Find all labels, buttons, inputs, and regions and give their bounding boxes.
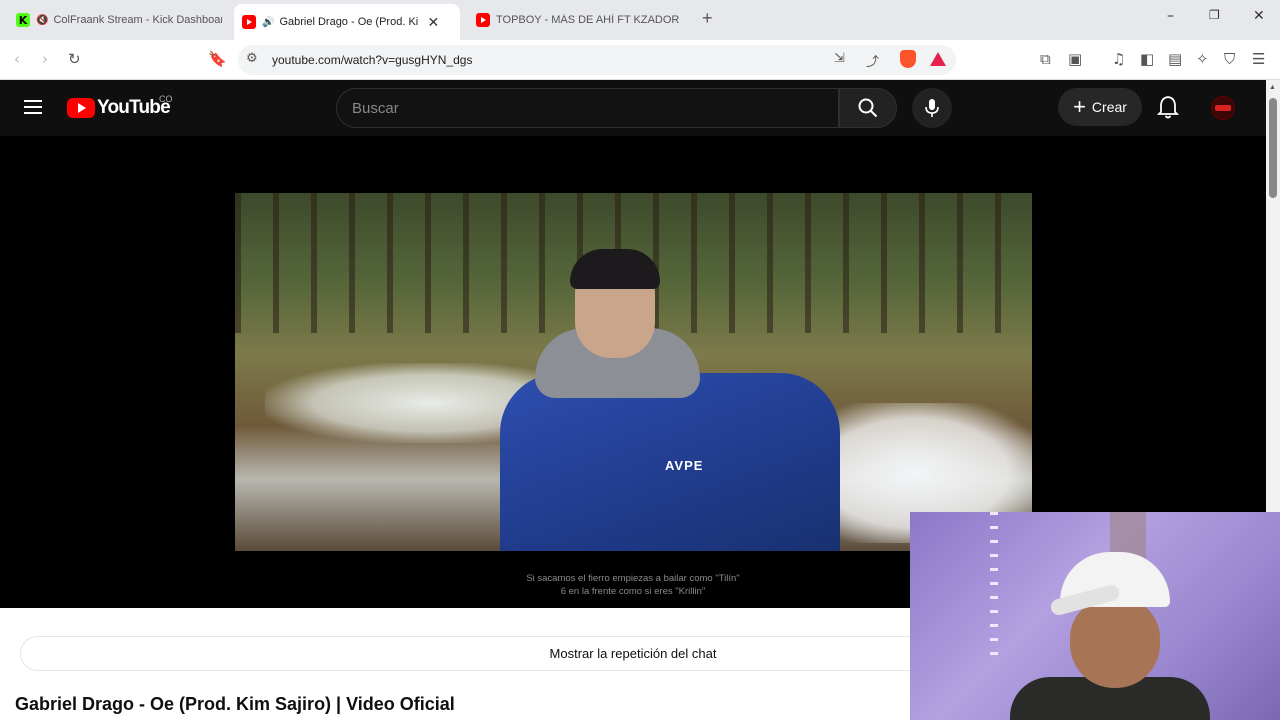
tab-label: ColFraank Stream - Kick Dashboard: [53, 14, 222, 26]
reload-icon[interactable]: ↻: [68, 50, 81, 68]
scroll-thumb[interactable]: [1269, 98, 1277, 198]
video-title: Gabriel Drago - Oe (Prod. Kim Sajiro) | …: [15, 694, 455, 714]
menu-icon[interactable]: ☰: [1252, 50, 1265, 68]
tab-kick-dashboard[interactable]: K 🔇 ColFraank Stream - Kick Dashboard: [8, 6, 230, 34]
tab-search-icon[interactable]: ▣: [1068, 50, 1082, 68]
hamburger-menu-icon[interactable]: [24, 100, 42, 118]
browser-tab-strip: K 🔇 ColFraank Stream - Kick Dashboard 🔊 …: [0, 0, 1280, 40]
tab-gabriel-drago[interactable]: 🔊 Gabriel Drago - Oe (Prod. Kim Sajiro) …: [234, 4, 460, 40]
youtube-icon: [242, 15, 256, 29]
brave-shields-icon[interactable]: [900, 50, 916, 68]
plus-icon: +: [1073, 94, 1086, 119]
search-button[interactable]: [839, 88, 897, 128]
notifications-button[interactable]: [1156, 94, 1180, 125]
jacket-logo: AVPE: [665, 458, 704, 473]
chat-replay-label: Mostrar la repetición del chat: [549, 646, 717, 661]
create-button[interactable]: + Crear: [1058, 88, 1142, 126]
country-code: CO: [159, 94, 173, 104]
search-box[interactable]: [336, 88, 839, 128]
sidebar-icon[interactable]: ◧: [1140, 50, 1154, 68]
microphone-icon: [925, 99, 939, 117]
new-tab-button[interactable]: +: [702, 8, 713, 29]
youtube-header: YouTube CO + Crear: [0, 80, 1266, 136]
create-label: Crear: [1091, 99, 1127, 115]
forward-icon[interactable]: ›: [42, 50, 48, 68]
restore-button[interactable]: ❐: [1209, 8, 1220, 22]
install-app-icon[interactable]: ⇲: [834, 51, 845, 66]
extensions-icon[interactable]: ⧉: [1040, 50, 1051, 68]
tab-label: TOPBOY - MÁS DE AHÍ FT KZADORES: [496, 14, 680, 26]
brave-rewards-icon[interactable]: [930, 52, 946, 66]
muted-speaker-icon[interactable]: 🔇: [36, 15, 48, 26]
speaker-icon[interactable]: 🔊: [262, 17, 274, 28]
bell-icon: [1156, 96, 1180, 119]
leo-ai-icon[interactable]: ✧: [1196, 50, 1209, 68]
tab-topboy[interactable]: TOPBOY - MÁS DE AHÍ FT KZADORES: [468, 6, 688, 34]
minimize-button[interactable]: –: [1167, 8, 1174, 24]
kick-icon: K: [16, 13, 30, 27]
youtube-icon: [476, 13, 490, 27]
window-close-button[interactable]: ✕: [1253, 8, 1265, 24]
search-input[interactable]: [337, 89, 838, 127]
youtube-logo[interactable]: YouTube CO: [67, 94, 173, 119]
webcam-overlay: [910, 512, 1280, 720]
tab-label: Gabriel Drago - Oe (Prod. Kim Sajiro): [279, 16, 419, 28]
media-icon[interactable]: ♫: [1112, 50, 1125, 68]
fairy-lights: [990, 512, 998, 662]
video-frame[interactable]: AVPE: [235, 193, 1032, 551]
video-person: AVPE: [500, 249, 840, 551]
search-icon: [858, 98, 878, 118]
share-icon[interactable]: ⤴: [866, 51, 879, 70]
youtube-play-icon: [67, 98, 95, 118]
voice-search-button[interactable]: [912, 88, 952, 128]
address-bar[interactable]: ⚙ youtube.com/watch?v=gusgHYN_dgs ⇲ ⤴: [238, 45, 956, 75]
scroll-up-icon[interactable]: ▲: [1269, 84, 1276, 91]
site-info-icon[interactable]: ⚙: [246, 51, 258, 66]
back-icon[interactable]: ‹: [14, 50, 20, 68]
bookmark-icon[interactable]: 🔖: [208, 50, 227, 68]
close-tab-icon[interactable]: ✕: [427, 14, 439, 31]
url-text[interactable]: youtube.com/watch?v=gusgHYN_dgs: [272, 53, 472, 67]
avatar[interactable]: [1211, 96, 1235, 120]
vpn-shield-icon[interactable]: ⛉: [1224, 50, 1235, 68]
wallet-icon[interactable]: ▤: [1168, 50, 1182, 68]
